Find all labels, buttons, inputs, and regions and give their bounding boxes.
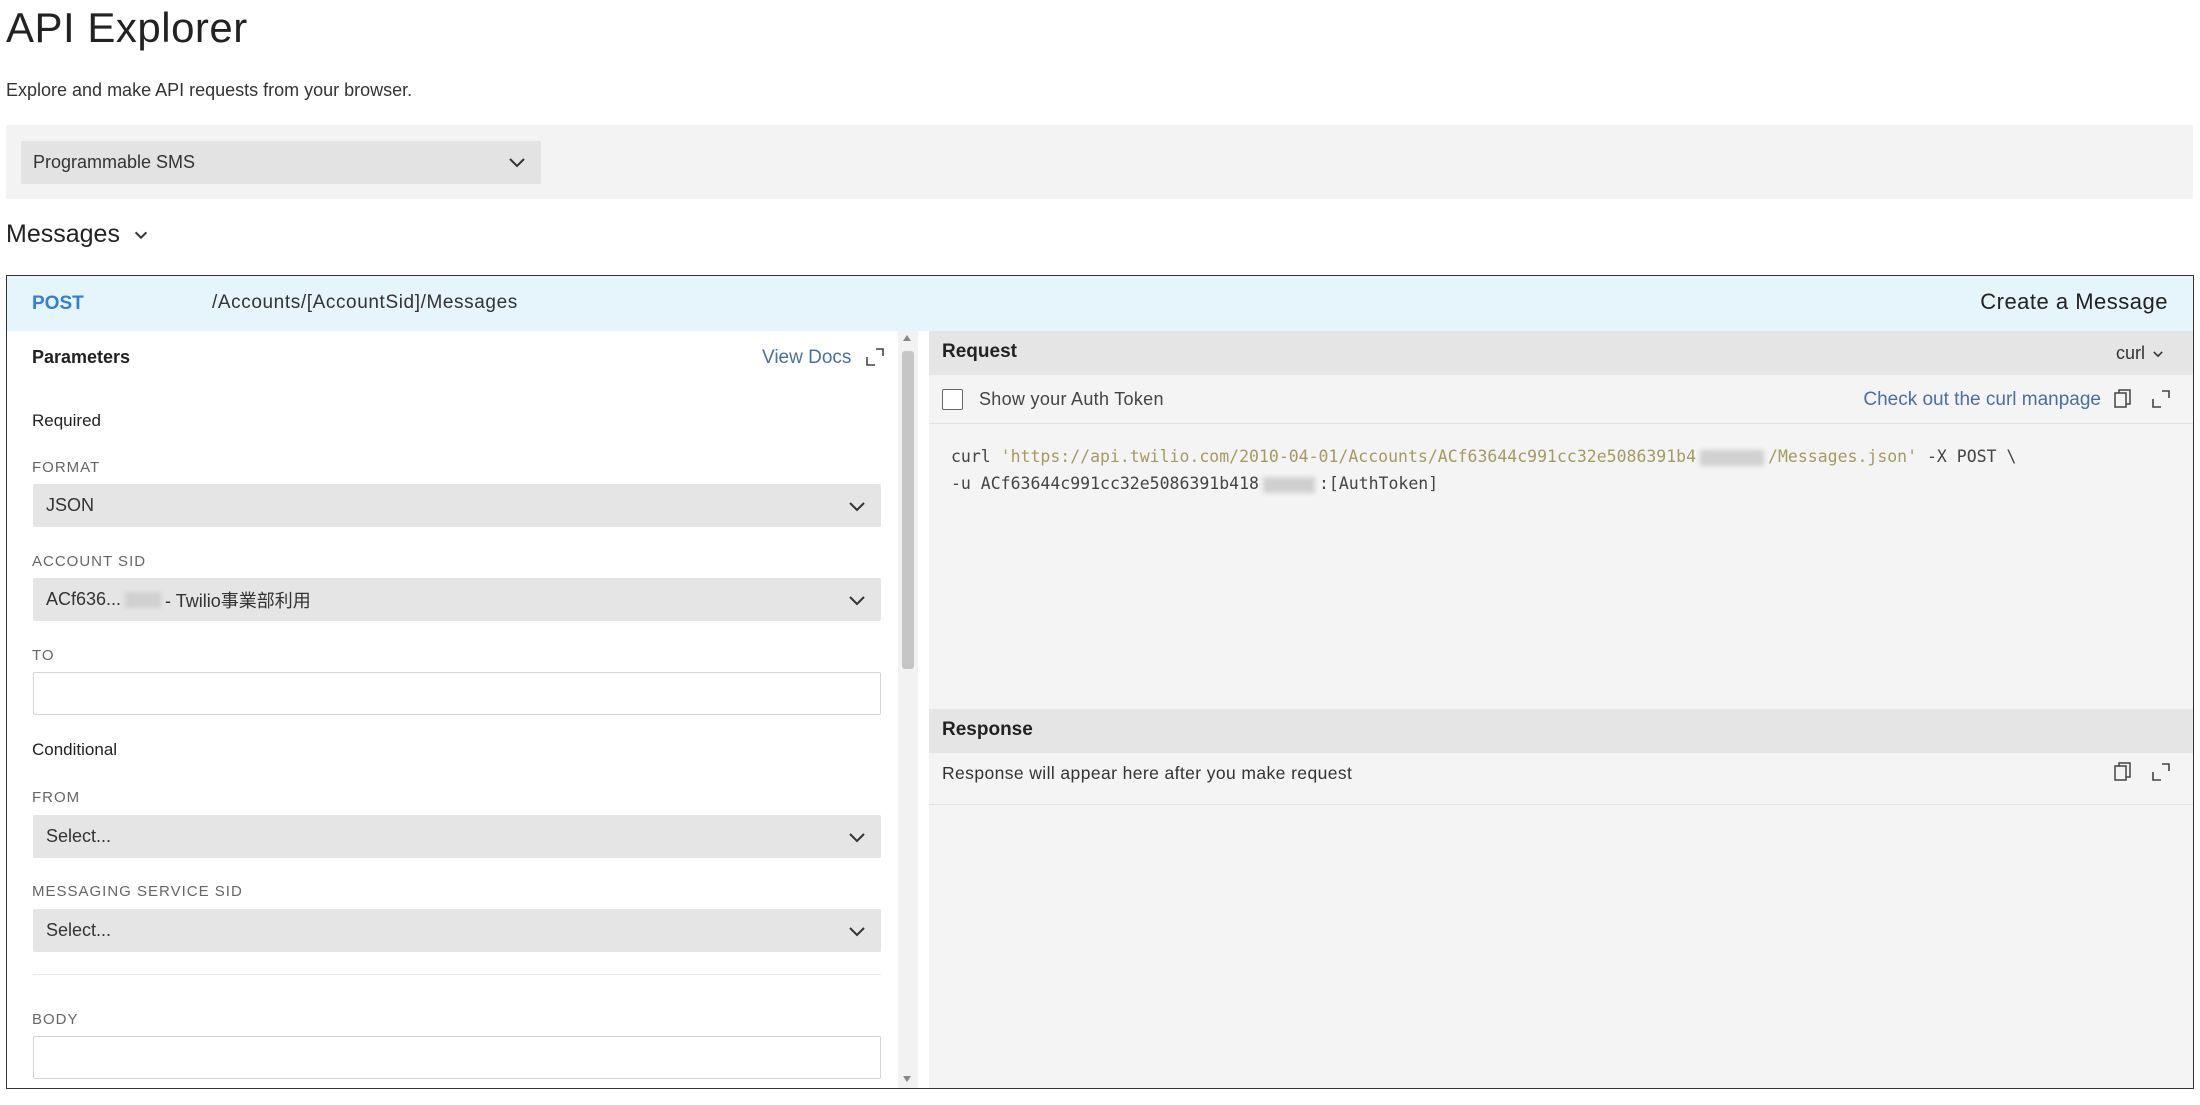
messaging-service-sid-select[interactable]: Select...: [33, 909, 881, 952]
scroll-down-arrow-icon[interactable]: [903, 1076, 911, 1082]
format-select[interactable]: JSON: [33, 484, 881, 527]
curl-manpage-link[interactable]: Check out the curl manpage: [1863, 389, 2101, 411]
copy-icon[interactable]: [2113, 761, 2133, 783]
to-label: TO: [32, 647, 55, 664]
show-auth-token-label: Show your Auth Token: [979, 389, 1164, 409]
section-toggle-messages[interactable]: Messages: [6, 220, 150, 249]
chevron-down-icon: [849, 927, 865, 937]
body-input[interactable]: [33, 1036, 881, 1079]
account-sid-label: ACCOUNT SID: [32, 553, 147, 570]
account-sid-prefix: ACf636...: [46, 589, 122, 609]
format-label: FORMAT: [32, 459, 101, 476]
code-tail: -X POST \: [1917, 447, 2017, 466]
language-select[interactable]: curl: [2116, 343, 2165, 364]
expand-icon[interactable]: [865, 347, 885, 367]
endpoint-panel: POST /Accounts/[AccountSid]/Messages Cre…: [6, 275, 2194, 1089]
from-label: FROM: [32, 789, 81, 806]
product-bar: Programmable SMS: [6, 125, 2193, 199]
code-cmd: curl: [951, 447, 1001, 466]
language-value: curl: [2115, 343, 2145, 363]
auth-token-row: Show your Auth Token Check out the curl …: [929, 375, 2193, 424]
chevron-down-icon: [134, 231, 148, 239]
parameters-heading: Parameters: [32, 347, 131, 367]
code-url-end: /Messages.json': [1768, 447, 1918, 466]
section-label: Messages: [6, 220, 120, 248]
product-select[interactable]: Programmable SMS: [21, 141, 541, 184]
account-sid-select[interactable]: ACf636... - Twilio事業部利用: [33, 578, 881, 621]
endpoint-path: /Accounts/[AccountSid]/Messages: [212, 292, 518, 313]
chevron-down-icon: [2153, 350, 2163, 357]
page-subtitle: Explore and make API requests from your …: [6, 80, 413, 100]
http-method: POST: [32, 293, 84, 314]
view-docs-link[interactable]: View Docs: [762, 347, 851, 369]
code-url-start: 'https://api.twilio.com/2010-04-01/Accou…: [1000, 447, 1697, 466]
chevron-down-icon: [509, 158, 525, 168]
response-placeholder: Response will appear here after you make…: [942, 763, 1353, 783]
required-heading: Required: [32, 411, 101, 430]
request-code: curl 'https://api.twilio.com/2010-04-01/…: [951, 443, 2016, 497]
from-value: Select...: [46, 826, 112, 846]
chevron-down-icon: [849, 502, 865, 512]
parameters-scrollbar[interactable]: [898, 331, 918, 1088]
request-heading: Request: [942, 341, 1017, 362]
account-sid-suffix: - Twilio事業部利用: [165, 590, 311, 611]
response-separator: [929, 804, 2193, 805]
messaging-service-sid-label: MESSAGING SERVICE SID: [32, 883, 243, 900]
expand-icon[interactable]: [2151, 762, 2171, 782]
format-value: JSON: [46, 495, 95, 515]
section-divider: [33, 974, 881, 975]
redacted-block: [1700, 449, 1765, 466]
redacted-block: [125, 591, 162, 608]
scrollbar-thumb[interactable]: [902, 351, 914, 669]
expand-icon[interactable]: [2151, 389, 2171, 409]
parameters-pane: Parameters View Docs Required FORMAT JSO…: [7, 331, 901, 1088]
body-label: BODY: [32, 1011, 79, 1028]
copy-icon[interactable]: [2113, 388, 2133, 410]
show-auth-token-checkbox[interactable]: [942, 389, 963, 410]
operation-name: Create a Message: [1980, 289, 2168, 314]
chevron-down-icon: [849, 833, 865, 843]
response-header: Response: [929, 709, 2193, 753]
chevron-down-icon: [849, 596, 865, 606]
request-header: Request curl: [929, 331, 2193, 375]
response-heading: Response: [942, 719, 1033, 740]
from-select[interactable]: Select...: [33, 815, 881, 858]
conditional-heading: Conditional: [32, 740, 118, 759]
request-response-pane: Request curl Show your Auth Token Check …: [929, 331, 2193, 1088]
page-title: API Explorer: [6, 4, 248, 51]
messaging-service-sid-value: Select...: [46, 920, 112, 940]
code-auth-end: :[AuthToken]: [1318, 474, 1439, 493]
scroll-up-arrow-icon[interactable]: [903, 335, 911, 341]
redacted-block: [1262, 476, 1315, 493]
product-select-value: Programmable SMS: [33, 152, 196, 172]
endpoint-bar: POST /Accounts/[AccountSid]/Messages Cre…: [7, 276, 2193, 331]
code-auth-start: -u ACf63644c991cc32e5086391b418: [951, 474, 1259, 493]
to-input[interactable]: [33, 672, 881, 715]
